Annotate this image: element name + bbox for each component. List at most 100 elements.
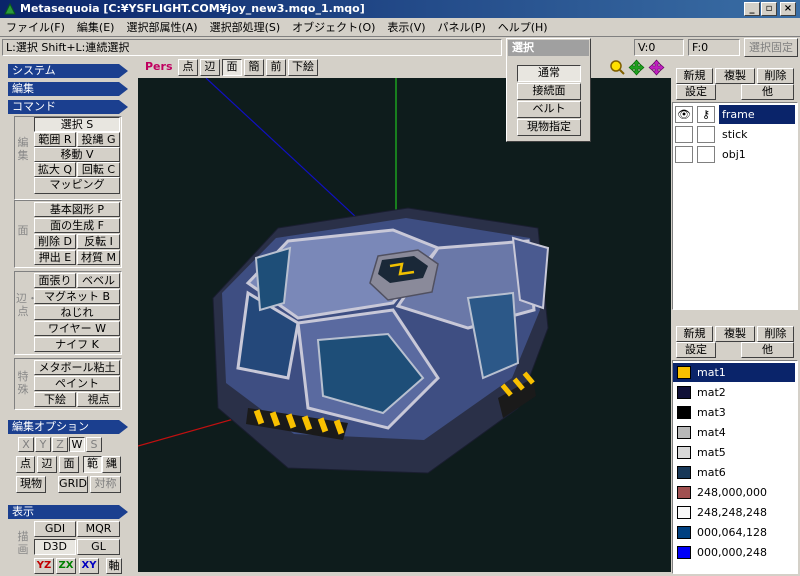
minimize-button[interactable]: _ [744, 2, 760, 16]
visibility-toggle-icon[interactable]: 👁 [675, 106, 693, 123]
range-mode-toggle[interactable]: 範 [83, 456, 102, 473]
display-panel-header[interactable]: 表示 [8, 505, 128, 519]
real-toggle[interactable]: 現物 [16, 476, 46, 493]
material-delete-button[interactable]: 削除 [757, 326, 794, 342]
menu-object[interactable]: オブジェクト(O) [286, 18, 381, 37]
close-button[interactable]: × [780, 2, 796, 16]
object-duplicate-button[interactable]: 複製 [715, 68, 755, 84]
3d-viewport[interactable] [138, 78, 671, 572]
lock-toggle-icon[interactable]: ⚷ [697, 106, 715, 123]
symmetry-toggle[interactable]: 対称 [90, 476, 121, 493]
paint-button[interactable]: ペイント [34, 376, 120, 391]
material-settings-button[interactable]: 設定 [676, 342, 716, 358]
gl-button[interactable]: GL [77, 539, 120, 555]
material-new-button[interactable]: 新規 [676, 326, 713, 342]
select-button[interactable]: 選択 S [34, 117, 120, 132]
menu-help[interactable]: ヘルプ(H) [492, 18, 554, 37]
face-generate-button[interactable]: 面の生成 F [34, 218, 120, 233]
gdi-button[interactable]: GDI [34, 521, 76, 537]
material-row[interactable]: mat5 [673, 443, 795, 462]
move-button[interactable]: 移動 V [34, 147, 120, 162]
twist-button[interactable]: ねじれ [34, 305, 120, 320]
menu-selection-attributes[interactable]: 選択部属性(A) [120, 18, 203, 37]
world-toggle[interactable]: W [69, 437, 85, 452]
viewpoint-button[interactable]: 視点 [77, 392, 120, 407]
object-delete-button[interactable]: 削除 [757, 68, 794, 84]
material-button[interactable]: 材質 M [77, 250, 120, 265]
menu-file[interactable]: ファイル(F) [0, 18, 71, 37]
zx-plane-button[interactable]: ZX [56, 558, 76, 574]
knife-button[interactable]: ナイフ K [34, 337, 120, 352]
yz-plane-button[interactable]: YZ [34, 558, 54, 574]
stretch-button[interactable]: 面張り [34, 273, 76, 288]
object-row-frame[interactable]: 👁 ⚷ frame [675, 105, 795, 124]
face-mode-toggle[interactable]: 面 [59, 456, 79, 473]
select-connected-button[interactable]: 接続面 [517, 83, 581, 100]
command-panel-header[interactable]: コマンド [8, 100, 128, 114]
material-row[interactable]: 000,000,248 [673, 543, 795, 562]
visibility-toggle-icon[interactable] [675, 146, 693, 163]
magnet-button[interactable]: マグネット B [34, 289, 120, 304]
view-front-button[interactable]: 前 [266, 59, 286, 76]
material-row[interactable]: mat2 [673, 383, 795, 402]
scale-button[interactable]: 拡大 Q [34, 162, 76, 177]
extrude-button[interactable]: 押出 E [34, 250, 76, 265]
material-duplicate-button[interactable]: 複製 [715, 326, 755, 342]
axis-y-toggle[interactable]: Y [35, 437, 51, 452]
menu-view[interactable]: 表示(V) [381, 18, 431, 37]
pan-icon[interactable] [628, 59, 645, 76]
primitive-button[interactable]: 基本図形 P [34, 202, 120, 217]
select-by-object-button[interactable]: 現物指定 [517, 119, 581, 136]
material-row[interactable]: mat4 [673, 423, 795, 442]
material-row[interactable]: mat3 [673, 403, 795, 422]
maximize-button[interactable]: ▫ [761, 2, 777, 16]
edit-options-header[interactable]: 編集オプション [8, 420, 128, 434]
edit-panel-header[interactable]: 編集 [8, 82, 128, 96]
view-vertex-button[interactable]: 点 [178, 59, 198, 76]
material-row[interactable]: 000,064,128 [673, 523, 795, 542]
range-button[interactable]: 範囲 R [34, 132, 76, 147]
visibility-toggle-icon[interactable] [675, 126, 693, 143]
system-panel-header[interactable]: システム [8, 64, 128, 78]
flip-button[interactable]: 反転 I [77, 234, 120, 249]
mapping-button[interactable]: マッピング [34, 177, 120, 194]
menu-panel[interactable]: パネル(P) [432, 18, 492, 37]
title-bar[interactable]: Metasequoia [C:¥YSFLIGHT.COM¥joy_new3.mq… [0, 0, 800, 18]
selection-lock-button[interactable]: 選択固定 [744, 38, 798, 57]
material-row[interactable]: 248,248,248 [673, 503, 795, 522]
wire-button[interactable]: ワイヤー W [34, 321, 120, 336]
lasso-mode-toggle[interactable]: 縄 [102, 456, 121, 473]
edge-mode-toggle[interactable]: 辺 [37, 456, 57, 473]
axis-button[interactable]: 軸 [106, 558, 122, 574]
lock-toggle-icon[interactable] [697, 146, 715, 163]
lock-toggle-icon[interactable] [697, 126, 715, 143]
mqr-button[interactable]: MQR [77, 521, 120, 537]
bevel-button[interactable]: ベベル [77, 273, 120, 288]
screen-toggle[interactable]: S [86, 437, 102, 452]
view-simple-button[interactable]: 簡 [244, 59, 264, 76]
d3d-button[interactable]: D3D [34, 539, 76, 555]
menu-selection-process[interactable]: 選択部処理(S) [204, 18, 287, 37]
lasso-button[interactable]: 投縄 G [77, 132, 120, 147]
object-row-obj1[interactable]: obj1 [675, 145, 795, 164]
select-popup-title[interactable]: 選択 [508, 40, 589, 56]
object-row-stick[interactable]: stick [675, 125, 795, 144]
xy-plane-button[interactable]: XY [79, 558, 99, 574]
material-row[interactable]: mat1 [673, 363, 795, 382]
menu-edit[interactable]: 編集(E) [71, 18, 121, 37]
view-underlay-button[interactable]: 下絵 [288, 59, 318, 76]
axis-z-toggle[interactable]: Z [52, 437, 68, 452]
rotate-button[interactable]: 回転 C [77, 162, 120, 177]
metaball-button[interactable]: メタボール粘土 [34, 360, 120, 375]
object-settings-button[interactable]: 設定 [676, 84, 716, 100]
grid-toggle[interactable]: GRID [58, 476, 88, 493]
zoom-icon[interactable] [609, 59, 626, 76]
delete-button[interactable]: 削除 D [34, 234, 76, 249]
rotate-view-icon[interactable] [648, 59, 665, 76]
select-belt-button[interactable]: ベルト [517, 101, 581, 118]
axis-x-toggle[interactable]: X [18, 437, 34, 452]
vertex-mode-toggle[interactable]: 点 [16, 456, 35, 473]
material-row[interactable]: 248,000,000 [673, 483, 795, 502]
object-other-button[interactable]: 他 [741, 84, 794, 100]
view-edge-button[interactable]: 辺 [200, 59, 220, 76]
